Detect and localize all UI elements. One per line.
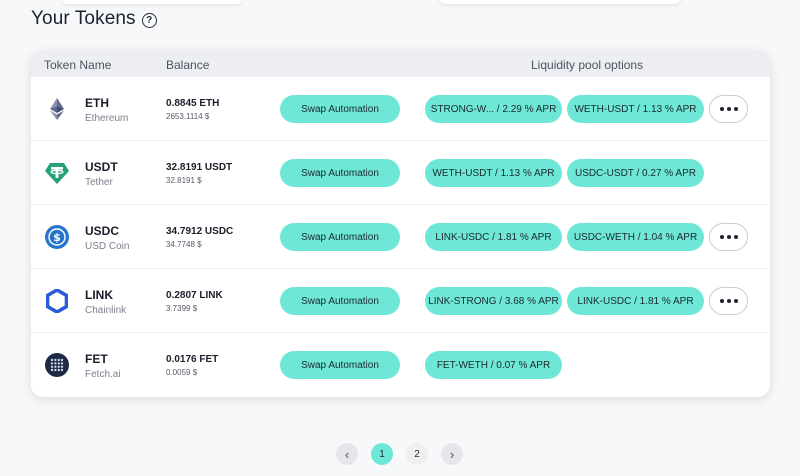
token-balance: 32.8191 USDT: [166, 162, 233, 173]
header-balance: Balance: [166, 58, 210, 72]
token-symbol: ETH: [85, 96, 109, 110]
fetch-ai-icon: [45, 353, 69, 377]
token-usd-value: 2653.1114 $: [166, 112, 210, 121]
help-icon[interactable]: ?: [141, 12, 157, 28]
more-options-button[interactable]: [709, 287, 748, 315]
pagination: ‹ 1 2 ›: [336, 443, 463, 465]
liquidity-pool-button[interactable]: FET-WETH / 0.07 % APR: [425, 351, 562, 379]
token-usd-value: 32.8191 $: [166, 176, 202, 185]
table-row: ETH Ethereum 0.8845 ETH 2653.1114 $ Swap…: [31, 77, 770, 141]
swap-automation-button[interactable]: Swap Automation: [280, 351, 400, 379]
table-row: USDT Tether 32.8191 USDT 32.8191 $ Swap …: [31, 141, 770, 205]
page-1-button[interactable]: 1: [371, 443, 393, 465]
token-balance: 34.7912 USDC: [166, 226, 234, 237]
liquidity-pool-button[interactable]: WETH-USDT / 1.13 % APR: [567, 95, 704, 123]
chainlink-icon: [45, 289, 69, 313]
liquidity-pool-button[interactable]: WETH-USDT / 1.13 % APR: [425, 159, 562, 187]
more-dots-icon: [719, 235, 724, 239]
table-row: FET Fetch.ai 0.0176 FET 0.0059 $ Swap Au…: [31, 333, 770, 397]
liquidity-pool-button[interactable]: LINK-USDC / 1.81 % APR: [425, 223, 562, 251]
page-2-button[interactable]: 2: [406, 443, 428, 465]
token-name: Ethereum: [85, 113, 129, 124]
liquidity-pool-button[interactable]: USDC-USDT / 0.27 % APR: [567, 159, 704, 187]
table-row: LINK Chainlink 0.2807 LINK 3.7399 $ Swap…: [31, 269, 770, 333]
token-name: USD Coin: [85, 241, 130, 252]
token-balance: 0.8845 ETH: [166, 98, 220, 109]
more-dots-icon: [719, 299, 724, 303]
section-header: Your Tokens ?: [31, 8, 157, 30]
top-card-stub-right: [440, 0, 680, 4]
token-balance: 0.2807 LINK: [166, 290, 223, 301]
swap-automation-button[interactable]: Swap Automation: [280, 287, 400, 315]
token-name: Fetch.ai: [85, 369, 121, 380]
table-row: $ USDC USD Coin 34.7912 USDC 34.7748 $ S…: [31, 205, 770, 269]
token-symbol: USDT: [85, 160, 118, 174]
liquidity-pool-button[interactable]: STRONG-W... / 2.29 % APR: [425, 95, 562, 123]
header-liquidity-pool-options: Liquidity pool options: [531, 58, 644, 72]
usd-coin-icon: $: [45, 225, 69, 249]
token-name: Chainlink: [85, 305, 127, 316]
top-card-stub-left: [62, 0, 242, 4]
page-title: Your Tokens: [31, 8, 136, 29]
table-header: Token Name Balance Liquidity pool option…: [31, 51, 770, 77]
tether-icon: [45, 161, 69, 185]
swap-automation-button[interactable]: Swap Automation: [280, 223, 400, 251]
swap-automation-button[interactable]: Swap Automation: [280, 159, 400, 187]
swap-automation-button[interactable]: Swap Automation: [280, 95, 400, 123]
token-symbol: LINK: [85, 288, 113, 302]
next-page-button[interactable]: ›: [441, 443, 463, 465]
svg-text:$: $: [53, 231, 61, 244]
liquidity-pool-button[interactable]: LINK-STRONG / 3.68 % APR: [425, 287, 562, 315]
previous-page-button[interactable]: ‹: [336, 443, 358, 465]
more-dots-icon: [719, 107, 724, 111]
ethereum-icon: [45, 97, 69, 121]
token-usd-value: 0.0059 $: [166, 368, 198, 377]
liquidity-pool-button[interactable]: USDC-WETH / 1.04 % APR: [567, 223, 704, 251]
token-usd-value: 34.7748 $: [166, 240, 202, 249]
header-token-name: Token Name: [44, 58, 112, 72]
token-name: Tether: [85, 177, 113, 188]
liquidity-pool-button[interactable]: LINK-USDC / 1.81 % APR: [567, 287, 704, 315]
more-options-button[interactable]: [709, 95, 748, 123]
token-symbol: FET: [85, 352, 108, 366]
more-options-button[interactable]: [709, 223, 748, 251]
tokens-table: Token Name Balance Liquidity pool option…: [31, 51, 770, 397]
token-balance: 0.0176 FET: [166, 354, 219, 365]
token-symbol: USDC: [85, 224, 120, 238]
token-usd-value: 3.7399 $: [166, 304, 198, 313]
